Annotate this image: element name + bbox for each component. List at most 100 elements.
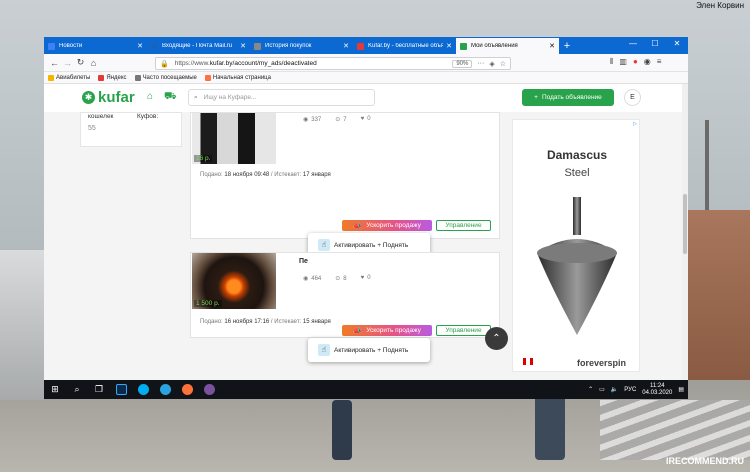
telegram-icon[interactable] xyxy=(154,380,176,399)
scrollbar-thumb[interactable] xyxy=(683,194,687,254)
zoom-level[interactable]: 90% xyxy=(452,59,473,68)
language-indicator[interactable]: РУС xyxy=(624,387,636,393)
eye-icon: ◉ xyxy=(303,276,309,282)
ad-photo[interactable]: 1 500 р. xyxy=(192,253,276,309)
kufar-page: ✱ kufar ⌂ ⛟ ⌕ Ищу на Куфаре... + Подать … xyxy=(44,84,688,381)
photoshop-icon[interactable] xyxy=(110,380,132,399)
close-icon[interactable]: ✕ xyxy=(240,42,246,50)
desktop-building-right xyxy=(688,210,750,380)
forward-icon[interactable]: → xyxy=(61,58,74,68)
tab-label: Новости xyxy=(59,43,83,49)
kufar-green-icon xyxy=(460,42,467,50)
desktop-crosswalk xyxy=(600,400,750,460)
back-icon[interactable]: ← xyxy=(48,58,61,68)
more-icon[interactable]: ··· xyxy=(477,60,484,67)
clock[interactable]: 11:24 04.03.2020 xyxy=(642,383,672,397)
user-name-label: Элен Корвин xyxy=(696,1,744,10)
boost-sale-button[interactable]: 📣 Ускорить продажу xyxy=(342,220,432,231)
close-icon[interactable]: ✕ xyxy=(549,42,555,50)
spinning-top-image xyxy=(537,197,617,335)
library-icon[interactable]: ⫴ xyxy=(610,57,613,67)
extension-icon[interactable]: ● xyxy=(633,57,638,67)
post-ad-button[interactable]: + Подать объявление xyxy=(522,89,614,106)
car-icon[interactable]: ⛟ xyxy=(164,92,177,102)
likes-stat: ♥ 0 xyxy=(361,275,371,282)
realty-icon[interactable]: ⌂ xyxy=(147,92,158,102)
home-icon[interactable]: ⌂ xyxy=(87,58,100,68)
bookmark-icon: ⊙ xyxy=(335,117,341,123)
tab-kufar[interactable]: Kufar.by - бесплатные объявл ✕ xyxy=(353,38,456,54)
page-scrollbar[interactable] xyxy=(682,84,688,381)
ad-subtitle: Steel xyxy=(564,167,590,179)
globe-icon xyxy=(48,42,55,50)
close-icon[interactable]: ✕ xyxy=(343,42,349,50)
hand-icon: ☝ xyxy=(318,239,330,251)
network-icon[interactable]: ▭ xyxy=(599,386,605,393)
menu-icon[interactable]: ≡ xyxy=(657,57,662,67)
minimize-icon[interactable]: — xyxy=(622,37,644,51)
volume-icon[interactable]: 🔈 xyxy=(611,386,618,393)
bookmark-item[interactable]: Начальная страница xyxy=(204,74,271,81)
ad-banner[interactable]: ▷ Damascus Steel foreverspin xyxy=(512,119,640,372)
close-icon[interactable]: ✕ xyxy=(137,42,143,50)
search-icon[interactable]: ⌕ xyxy=(66,380,88,399)
ad-price: 1 500 р. xyxy=(194,300,222,307)
address-bar[interactable]: 🔒 https://www.kufar.by/account/my_ads/de… xyxy=(155,57,511,70)
ad-stats: ◉ 464 ⊙ 8 ♥ 0 xyxy=(303,275,371,282)
tab-news[interactable]: Новости ✕ xyxy=(44,38,147,54)
views-stat: ◉ 337 xyxy=(303,116,321,123)
search-input[interactable]: ⌕ Ищу на Куфаре... xyxy=(188,89,375,106)
star-icon[interactable]: ☆ xyxy=(500,60,506,68)
maximize-icon[interactable]: ☐ xyxy=(644,37,666,51)
manage-button[interactable]: Управление xyxy=(436,325,491,336)
scroll-to-top-button[interactable]: ⌃ xyxy=(485,327,508,350)
chevron-up-icon[interactable]: ⌃ xyxy=(588,386,593,393)
activate-option[interactable]: Активировать + Поднять xyxy=(334,242,408,249)
ad-choices-icon[interactable]: ▷ xyxy=(633,121,637,127)
account-icon[interactable]: ◉ xyxy=(644,57,651,67)
viber-icon[interactable] xyxy=(198,380,220,399)
close-icon[interactable]: ✕ xyxy=(446,42,452,50)
windows-start-icon[interactable]: ⊞ xyxy=(44,380,66,399)
close-window-icon[interactable]: ✕ xyxy=(666,37,688,51)
kufar-logo-icon: ✱ xyxy=(82,91,95,104)
pocket-icon[interactable]: ◈ xyxy=(489,60,494,68)
firefox-icon[interactable] xyxy=(176,380,198,399)
bookmark-item[interactable]: Яндекс xyxy=(98,74,127,81)
plus-icon: + xyxy=(534,94,538,101)
boost-sale-button[interactable]: 📣 Ускорить продажу xyxy=(342,325,432,336)
views-stat: ◉ 464 xyxy=(303,275,321,282)
new-tab-button[interactable]: + xyxy=(559,38,575,54)
url-text[interactable]: https://www.kufar.by/account/my_ads/deac… xyxy=(175,60,449,67)
ad-stats: ◉ 337 ⊙ 7 ♥ 0 xyxy=(303,116,371,123)
bookmark-item[interactable]: Авиабилеты xyxy=(48,74,90,81)
favorites-count: 7 xyxy=(343,117,347,123)
kufar-logo[interactable]: ✱ kufar xyxy=(82,89,135,106)
toolbar-right: ⫴ ▥ ● ◉ ≡ xyxy=(610,57,661,67)
tab-purchase-history[interactable]: История покупок ✕ xyxy=(250,38,353,54)
likes-count: 0 xyxy=(367,116,371,122)
avatar[interactable]: E xyxy=(624,89,641,106)
notifications-icon[interactable]: ▤ xyxy=(678,386,684,393)
bookmark-label: Яндекс xyxy=(106,74,127,81)
activate-popup[interactable]: ☝ Активировать + Поднять xyxy=(308,338,430,362)
sidebar-icon[interactable]: ▥ xyxy=(619,57,627,67)
task-view-icon[interactable]: ❐ xyxy=(88,380,110,399)
bookmarks-bar: Авиабилеты Яндекс Часто посещаемые Начал… xyxy=(44,72,688,84)
ad-brand: Damascus xyxy=(546,148,608,162)
skype-icon[interactable] xyxy=(132,380,154,399)
ad-photo[interactable]: 16 р. xyxy=(192,113,276,164)
activate-option[interactable]: Активировать + Поднять xyxy=(334,347,408,354)
tab-my-ads[interactable]: Мои объявления ✕ xyxy=(456,38,559,54)
firefox-icon xyxy=(204,74,211,81)
tab-mail[interactable]: Входящие - Почта Mail.ru ✕ xyxy=(147,38,250,54)
search-icon: ⌕ xyxy=(194,93,198,101)
ad-title[interactable]: Пе xyxy=(299,258,308,265)
bookmark-item[interactable]: Часто посещаемые xyxy=(134,74,197,81)
eye-icon: ◉ xyxy=(303,117,309,123)
reload-icon[interactable]: ↻ xyxy=(74,57,87,68)
ad-dates: Подано: 16 ноября 17:16 / Истекает: 15 я… xyxy=(200,319,331,325)
yandex-icon xyxy=(98,74,105,81)
manage-button[interactable]: Управление xyxy=(436,220,491,231)
favorites-count: 8 xyxy=(343,276,347,282)
